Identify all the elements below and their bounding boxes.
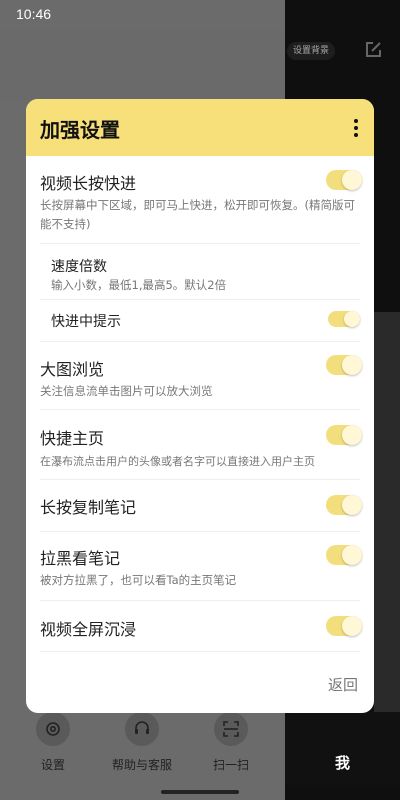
enhanced-settings-dialog: 加强设置 视频长按快进 长按屏幕中下区域，即可马上快进，松开即可恢复。(精简版可… [26, 99, 374, 713]
setting-title: 拉黑看笔记 [40, 549, 121, 568]
back-button[interactable]: 返回 [328, 674, 358, 695]
home-indicator [161, 790, 239, 794]
nav-me-label: 我 [334, 754, 350, 772]
headset-icon [125, 712, 159, 746]
background-chip: 设置背景 [287, 42, 336, 60]
setting-title: 视频全屏沉浸 [40, 620, 137, 639]
edit-icon [364, 41, 382, 63]
dialog-title: 加强设置 [40, 118, 120, 142]
status-time: 10:46 [16, 6, 52, 22]
nav-label: 扫一扫 [212, 758, 249, 772]
gear-icon [36, 712, 70, 746]
toggle-switch[interactable] [326, 616, 362, 636]
setting-speed-multiplier[interactable]: 速度倍数 输入小数，最低1,最高5。默认2倍 [26, 244, 374, 299]
setting-desc: 长按屏幕中下区域，即可马上快进，松开即可恢复。(精简版可能不支持) [40, 198, 355, 231]
setting-large-image: 大图浏览 关注信息流单击图片可以放大浏览 [26, 342, 374, 409]
toggle-switch[interactable] [326, 545, 362, 565]
nav-item-help[interactable]: 帮助与客服 [107, 712, 177, 773]
divider [40, 651, 360, 652]
toggle-switch[interactable] [326, 170, 362, 190]
nav-label: 设置 [40, 758, 65, 772]
setting-long-press-copy: 长按复制笔记 [26, 480, 374, 531]
more-menu-icon[interactable] [352, 119, 360, 137]
setting-desc: 被对方拉黑了，也可以看Ta的主页笔记 [40, 573, 237, 587]
setting-title: 视频长按快进 [40, 174, 137, 193]
setting-title: 快进中提示 [51, 314, 121, 330]
scan-icon [214, 712, 248, 746]
setting-quick-homepage: 快捷主页 在瀑布流点击用户的头像或者名字可以直接进入用户主页 [26, 410, 374, 479]
bottom-nav: 设置 帮助与客服 扫一扫 [0, 712, 285, 785]
setting-title: 速度倍数 [51, 259, 107, 275]
dialog-header: 加强设置 [26, 99, 374, 156]
toggle-switch[interactable] [326, 425, 362, 445]
setting-blocked-view: 拉黑看笔记 被对方拉黑了，也可以看Ta的主页笔记 [26, 532, 374, 600]
toggle-switch[interactable] [326, 355, 362, 375]
nav-label: 帮助与客服 [111, 758, 172, 772]
background-content [374, 312, 400, 718]
toggle-switch[interactable] [328, 311, 360, 327]
setting-video-fullscreen: 视频全屏沉浸 [26, 601, 374, 651]
nav-item-settings[interactable]: 设置 [18, 712, 88, 773]
setting-title: 快捷主页 [40, 429, 105, 448]
background-header [0, 30, 285, 100]
toggle-switch[interactable] [326, 495, 362, 515]
setting-fast-forward-hint: 快进中提示 [26, 300, 374, 338]
setting-title: 大图浏览 [40, 360, 105, 379]
setting-desc: 关注信息流单击图片可以放大浏览 [40, 384, 213, 398]
setting-title: 长按复制笔记 [40, 498, 137, 517]
setting-video-long-press: 视频长按快进 长按屏幕中下区域，即可马上快进，松开即可恢复。(精简版可能不支持) [26, 156, 374, 244]
setting-desc: 在瀑布流点击用户的头像或者名字可以直接进入用户主页 [40, 455, 315, 468]
nav-item-scan[interactable]: 扫一扫 [196, 712, 266, 773]
setting-desc: 输入小数，最低1,最高5。默认2倍 [51, 278, 227, 292]
nav-item-me[interactable]: 我 [285, 712, 400, 785]
